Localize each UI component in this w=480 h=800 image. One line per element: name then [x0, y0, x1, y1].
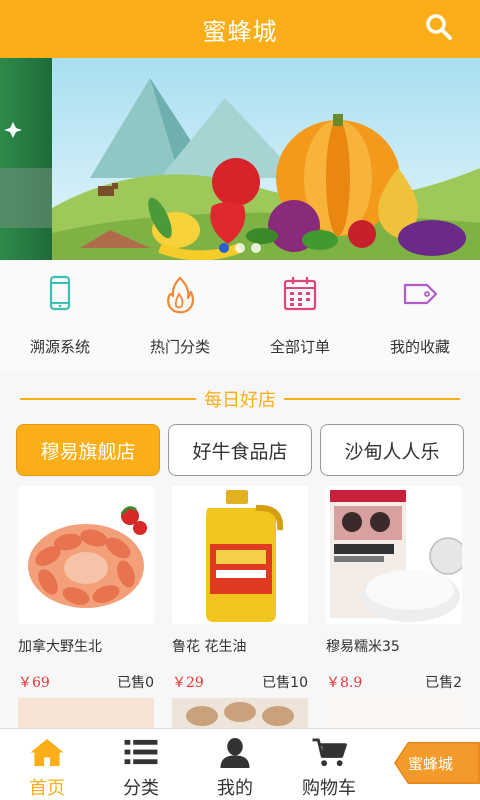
- product-sold-count: 已售10: [262, 675, 308, 691]
- quick-link-label: 我的收藏: [389, 338, 450, 356]
- quick-link-orders[interactable]: 全部订单: [240, 260, 360, 370]
- shop-tab-haoniu[interactable]: 好牛食品店: [168, 424, 312, 476]
- list-icon: [124, 739, 158, 765]
- banner-illustration: [0, 58, 480, 260]
- user-icon: [220, 737, 250, 768]
- tab-category[interactable]: 分类: [94, 729, 188, 800]
- quick-link-trace[interactable]: 溯源系统: [0, 260, 120, 370]
- product-name: 鲁花 花生油: [172, 639, 247, 655]
- product-name: 加拿大野生北: [18, 639, 102, 655]
- tab-label: 分类: [123, 778, 159, 799]
- phone-icon: [49, 275, 71, 311]
- search-icon[interactable]: [424, 12, 454, 42]
- floating-shop-tag[interactable]: 蜜蜂城: [394, 742, 480, 784]
- product-sold-count: 已售0: [117, 675, 154, 691]
- product-price: ￥69: [18, 675, 50, 691]
- cart-icon: [312, 738, 347, 767]
- product-sold-count: 已售2: [425, 675, 462, 691]
- quick-link-label: 溯源系统: [29, 338, 90, 356]
- app-title: 蜜蜂城: [202, 17, 278, 46]
- floating-tag-label: 蜜蜂城: [408, 755, 454, 773]
- promo-banner[interactable]: [0, 58, 480, 260]
- top-bar: 蜜蜂城: [0, 0, 480, 58]
- product-grid: 加拿大野生北 ￥69 已售0 鲁花 花生油 ￥29 已售10 穆易糯米35 ￥8…: [0, 486, 480, 696]
- product-image-oil: [172, 486, 308, 624]
- divider-left: [20, 398, 200, 400]
- product-card[interactable]: 加拿大野生北 ￥69 已售0: [18, 486, 166, 696]
- product-name: 穆易糯米35: [326, 639, 400, 655]
- quick-link-label: 全部订单: [269, 338, 330, 356]
- product-image-shrimp: [18, 486, 154, 624]
- tab-label: 首页: [29, 778, 65, 799]
- product-price: ￥29: [172, 675, 204, 691]
- section-header: 每日好店: [0, 380, 480, 418]
- section-title: 每日好店: [196, 386, 284, 412]
- calendar-icon: [283, 277, 317, 311]
- flame-icon: [167, 276, 195, 314]
- divider-right: [282, 398, 460, 400]
- product-image-peek: [172, 698, 308, 728]
- quick-link-hot[interactable]: 热门分类: [120, 260, 240, 370]
- home-icon: [30, 738, 64, 767]
- quick-link-favorites[interactable]: 我的收藏: [360, 260, 480, 370]
- product-row-peek: [0, 698, 480, 728]
- tab-label: 我的: [217, 778, 253, 799]
- tab-home[interactable]: 首页: [0, 729, 94, 800]
- quick-link-label: 热门分类: [149, 338, 210, 356]
- product-image-peek: [326, 698, 462, 728]
- product-card[interactable]: 鲁花 花生油 ￥29 已售10: [172, 486, 320, 696]
- shop-tabs: 穆易旗舰店 好牛食品店 沙甸人人乐: [0, 424, 480, 478]
- shop-tab-shadian[interactable]: 沙甸人人乐: [320, 424, 464, 476]
- tab-cart[interactable]: 购物车: [282, 729, 376, 800]
- product-price: ￥8.9: [326, 675, 363, 691]
- product-card[interactable]: 穆易糯米35 ￥8.9 已售2: [326, 486, 474, 696]
- product-image-peek: [18, 698, 154, 728]
- tag-icon: [403, 283, 438, 305]
- product-image-rice: [326, 486, 462, 624]
- tab-mine[interactable]: 我的: [188, 729, 282, 800]
- tab-label: 购物车: [302, 778, 356, 799]
- quick-links: 溯源系统 热门分类 全部订单 我的收藏: [0, 260, 480, 370]
- shop-tab-muyi[interactable]: 穆易旗舰店: [16, 424, 160, 476]
